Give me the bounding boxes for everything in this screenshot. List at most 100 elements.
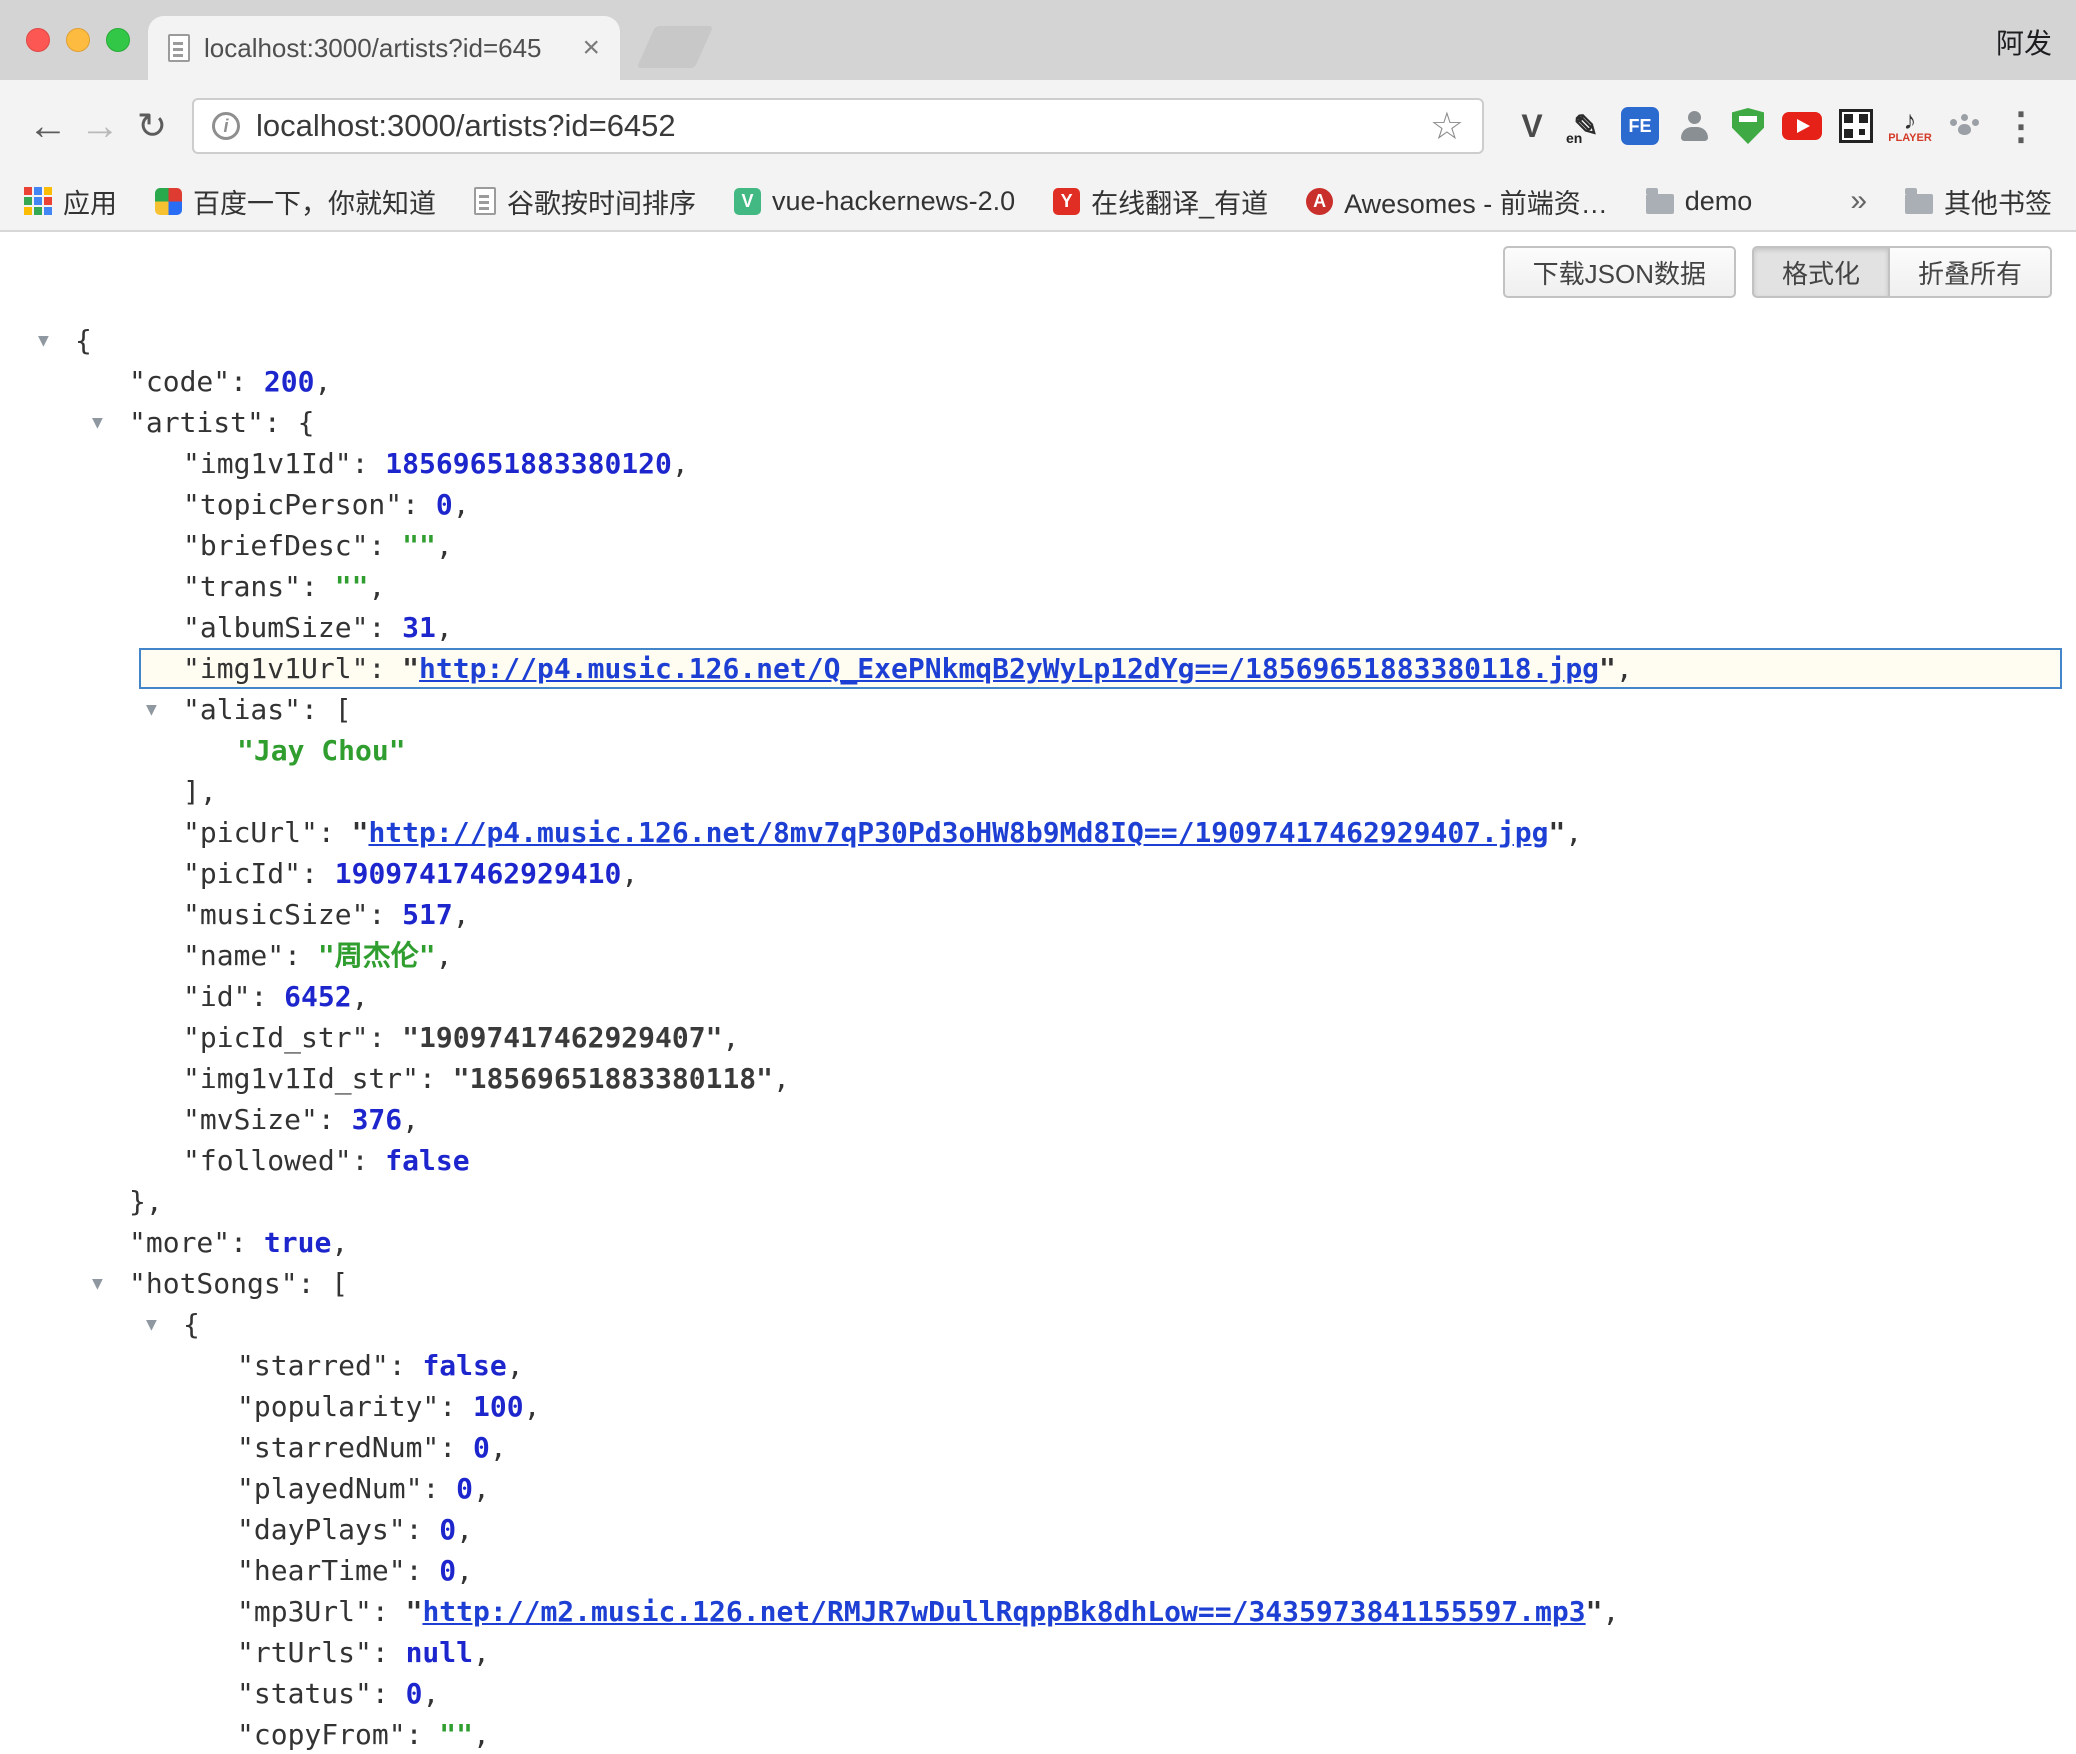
- shield-extension-icon[interactable]: [1726, 104, 1770, 148]
- json-link-value[interactable]: http://p4.music.126.net/8mv7qP30Pd3oHW8b…: [368, 816, 1548, 849]
- json-line: ▼{: [0, 320, 2076, 361]
- format-button-group: 格式化 折叠所有: [1752, 246, 2052, 298]
- json-colon: :: [301, 693, 335, 726]
- minimize-window-button[interactable]: [66, 28, 90, 52]
- json-comma: ,: [507, 1349, 524, 1382]
- json-bracket: {: [298, 406, 315, 439]
- json-line: "musicSize": 517,: [0, 894, 2076, 935]
- profile-name[interactable]: 阿发: [1996, 22, 2052, 62]
- bookmark-item-baidu[interactable]: 百度一下，你就知道: [155, 182, 436, 221]
- json-key: "popularity": [237, 1390, 439, 1423]
- page-content: 下载JSON数据 格式化 折叠所有 ▼{"code": 200,▼"artist…: [0, 232, 2076, 1754]
- collapse-toggle-icon[interactable]: ▼: [92, 1263, 103, 1304]
- bookmark-item-google-sort[interactable]: 谷歌按时间排序: [474, 182, 696, 221]
- bookmark-item-vue-hackernews[interactable]: V vue-hackernews-2.0: [734, 186, 1015, 217]
- bookmark-label: Awesomes - 前端资…: [1344, 182, 1608, 221]
- json-link-value[interactable]: http://m2.music.126.net/RMJR7wDullRqppBk…: [422, 1595, 1585, 1628]
- json-key: "starred": [237, 1349, 389, 1382]
- download-json-button[interactable]: 下载JSON数据: [1503, 246, 1736, 298]
- json-colon: :: [372, 1636, 406, 1669]
- json-colon: :: [250, 980, 284, 1013]
- new-tab-button[interactable]: [637, 26, 714, 68]
- vimium-extension-icon[interactable]: V: [1510, 104, 1554, 148]
- bookmark-item-demo[interactable]: demo: [1646, 186, 1753, 217]
- collapse-toggle-icon[interactable]: ▼: [92, 402, 103, 443]
- json-value: "18569651883380118": [453, 1062, 773, 1095]
- json-actions: 下载JSON数据 格式化 折叠所有: [1503, 246, 2052, 298]
- profile-person-extension-icon[interactable]: [1672, 104, 1716, 148]
- format-button[interactable]: 格式化: [1752, 246, 1888, 298]
- json-colon: :: [422, 1472, 456, 1505]
- other-bookmarks-label: 其他书签: [1944, 182, 2052, 221]
- json-value: 376: [352, 1103, 403, 1136]
- json-key: "playedNum": [237, 1472, 422, 1505]
- json-value: 6452: [284, 980, 351, 1013]
- json-line: "trans": "",: [0, 566, 2076, 607]
- collapse-toggle-icon[interactable]: ▼: [146, 1304, 157, 1345]
- browser-menu-icon[interactable]: ⋮: [2002, 104, 2040, 149]
- json-key: "copyFrom": [237, 1718, 406, 1751]
- vimium-glyph: V: [1521, 108, 1542, 145]
- collapse-all-button[interactable]: 折叠所有: [1888, 246, 2052, 298]
- bookmark-item-youdao[interactable]: Y 在线翻译_有道: [1053, 182, 1268, 221]
- close-window-button[interactable]: [26, 28, 50, 52]
- json-key: "img1v1Id": [183, 447, 352, 480]
- json-line: "picId": 19097417462929410,: [0, 853, 2076, 894]
- reload-icon[interactable]: ↻: [126, 105, 178, 147]
- collapse-toggle-icon[interactable]: ▼: [38, 320, 49, 361]
- json-line: "copyFrom": "",: [0, 1714, 2076, 1754]
- youdao-translate-extension-icon[interactable]: ✎ en: [1564, 104, 1608, 148]
- json-key: "trans": [183, 570, 301, 603]
- json-value: 200: [264, 365, 315, 398]
- vue-favicon-icon: V: [734, 188, 761, 215]
- json-comma: ,: [456, 1513, 473, 1546]
- json-line: ▼"hotSongs": [: [0, 1263, 2076, 1304]
- json-line: "albumSize": 31,: [0, 607, 2076, 648]
- json-colon: :: [301, 857, 335, 890]
- qrcode-icon: [1839, 109, 1873, 143]
- json-link-value[interactable]: http://p4.music.126.net/Q_ExePNkmqB2yWyL…: [419, 652, 1599, 685]
- folder-icon: [1646, 194, 1674, 214]
- json-line: ▼"alias": [: [0, 689, 2076, 730]
- json-line: "briefDesc": "",: [0, 525, 2076, 566]
- json-bracket: {: [183, 1308, 200, 1341]
- json-key: "hearTime": [237, 1554, 406, 1587]
- json-line: ],: [0, 771, 2076, 812]
- json-key: "topicPerson": [183, 488, 402, 521]
- json-colon: :: [318, 1103, 352, 1136]
- collapse-toggle-icon[interactable]: ▼: [146, 689, 157, 730]
- zoom-window-button[interactable]: [106, 28, 130, 52]
- json-key: "more": [129, 1226, 230, 1259]
- tab-close-icon[interactable]: ×: [582, 31, 600, 65]
- url-text[interactable]: localhost:3000/artists?id=6452: [256, 108, 1430, 144]
- json-key: "artist": [129, 406, 264, 439]
- paw-extension-icon[interactable]: [1942, 104, 1986, 148]
- json-line: "popularity": 100,: [0, 1386, 2076, 1427]
- json-comma: ,: [436, 529, 453, 562]
- page-info-icon[interactable]: i: [212, 112, 240, 140]
- fehelper-extension-icon[interactable]: FE: [1618, 104, 1662, 148]
- bookmark-item-awesomes[interactable]: A Awesomes - 前端资…: [1306, 182, 1608, 221]
- other-bookmarks[interactable]: 其他书签: [1905, 182, 2052, 221]
- json-tree: ▼{"code": 200,▼"artist": {"img1v1Id": 18…: [0, 232, 2076, 1754]
- bookmark-star-icon[interactable]: ☆: [1430, 104, 1464, 149]
- youtube-extension-icon[interactable]: [1780, 104, 1824, 148]
- qrcode-extension-icon[interactable]: [1834, 104, 1878, 148]
- player-extension-icon[interactable]: ♪ PLAYER: [1888, 104, 1932, 148]
- bookmark-item-apps[interactable]: 应用: [24, 182, 117, 221]
- shield-icon: [1732, 108, 1764, 144]
- browser-tab[interactable]: localhost:3000/artists?id=645 ×: [148, 16, 620, 80]
- json-key: "picId": [183, 857, 301, 890]
- bookmark-label: vue-hackernews-2.0: [772, 186, 1015, 217]
- json-comma: ,: [422, 1677, 439, 1710]
- json-line: "starredNum": 0,: [0, 1427, 2076, 1468]
- back-icon[interactable]: ←: [22, 104, 74, 149]
- forward-icon[interactable]: →: [74, 104, 126, 149]
- json-line: "rtUrls": null,: [0, 1632, 2076, 1673]
- json-value: 0: [439, 1554, 456, 1587]
- json-colon: :: [318, 816, 352, 849]
- json-colon: :: [352, 1144, 386, 1177]
- bookmarks-overflow-icon[interactable]: »: [1850, 184, 1867, 218]
- address-bar[interactable]: i localhost:3000/artists?id=6452 ☆: [192, 98, 1484, 154]
- apps-grid-icon: [24, 187, 52, 215]
